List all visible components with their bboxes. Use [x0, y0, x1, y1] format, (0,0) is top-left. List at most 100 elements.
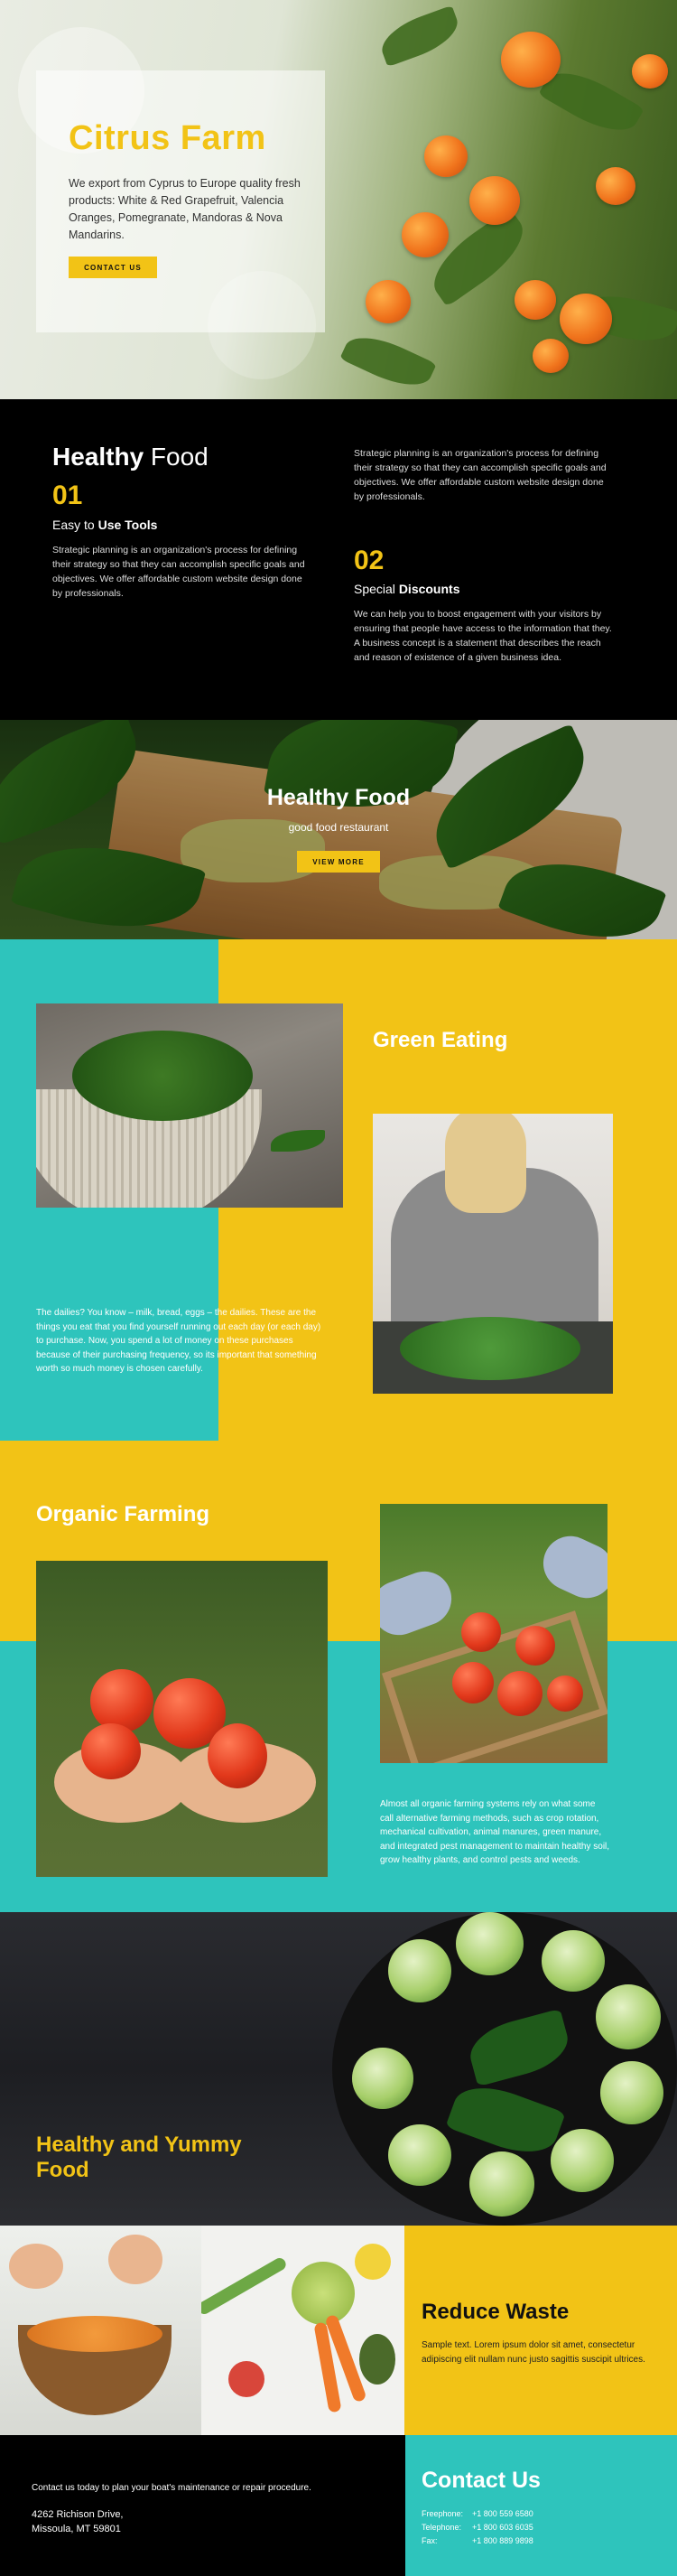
feature-label: Special Discounts — [354, 582, 460, 596]
reduce-waste-section: Reduce Waste Sample text. Lorem ipsum do… — [0, 2226, 677, 2435]
contact-title: Contact Us — [422, 2468, 541, 2493]
apple — [228, 2361, 264, 2397]
contact-label: Fax: — [422, 2536, 438, 2545]
salad — [27, 2316, 162, 2352]
label-bold: Use Tools — [97, 518, 158, 532]
title-rest: Food — [144, 443, 209, 471]
label-plain: Easy to — [52, 518, 98, 532]
tomato — [497, 1671, 543, 1716]
orange-fruit — [596, 167, 635, 205]
orange-fruit — [424, 135, 468, 177]
lemon — [355, 2244, 391, 2280]
bok-choy — [388, 2124, 451, 2186]
chopping-greens-image — [373, 1114, 613, 1394]
tomato — [515, 1626, 555, 1666]
phone-link[interactable]: +1 800 603 6035 — [472, 2523, 533, 2532]
contact-row: Freephone: +1 800 559 6580 — [422, 2509, 533, 2518]
tomato — [90, 1669, 153, 1732]
label-bold: Discounts — [398, 582, 460, 596]
greens — [400, 1317, 580, 1380]
orange-fruit — [366, 280, 411, 323]
hero-description: We export from Cyprus to Europe quality … — [69, 177, 301, 241]
healthy-food-banner: Healthy Food good food restaurant VIEW M… — [0, 720, 677, 939]
contact-section: Contact us today to plan your boat's mai… — [0, 2435, 677, 2576]
tomatoes-in-hands-image — [36, 1561, 328, 1877]
tomato — [208, 1723, 267, 1788]
bok-choy — [352, 2048, 413, 2109]
section-text: The dailies? You know – milk, bread, egg… — [36, 1308, 321, 1374]
bok-choy — [600, 2061, 663, 2124]
hero-section: Citrus Farm We export from Cyprus to Eur… — [0, 0, 677, 399]
spinach-bowl-image — [36, 1003, 343, 1208]
tomato — [81, 1723, 141, 1779]
hero-leaf — [339, 325, 437, 397]
feature-number: 01 — [52, 481, 83, 510]
spinach-leaf — [271, 1130, 325, 1152]
phone-link[interactable]: +1 800 559 6580 — [472, 2509, 533, 2518]
bok-choy — [596, 1984, 661, 2049]
intro-text: Strategic planning is an organization's … — [354, 448, 607, 502]
hand — [108, 2235, 162, 2284]
section-title: Healthy and Yummy Food — [36, 2133, 242, 2182]
address-line: 4262 Richison Drive, — [32, 2509, 124, 2520]
organic-farming-section: Organic Farming Almost all organic farmi… — [0, 1441, 677, 1912]
feature-text: Strategic planning is an organization's … — [52, 545, 305, 599]
tomato — [547, 1675, 583, 1712]
orange-fruit — [469, 176, 520, 225]
hand — [9, 2244, 63, 2289]
hair — [445, 1114, 526, 1213]
feature-number: 02 — [354, 546, 385, 575]
banner-tagline: good food restaurant — [288, 821, 389, 834]
section-text: Almost all organic farming systems rely … — [380, 1799, 610, 1865]
banner-title: Healthy Food — [266, 785, 411, 810]
romanesco — [292, 2262, 355, 2325]
tomato — [452, 1662, 494, 1703]
orange-fruit — [402, 212, 449, 257]
green-eating-section: Green Eating The dailies? You know – mil… — [0, 939, 677, 1441]
orange-fruit — [560, 294, 612, 344]
bok-choy — [388, 1939, 451, 2002]
scallion — [201, 2255, 289, 2317]
spinach-pile — [72, 1031, 253, 1121]
bok-choy — [469, 2151, 534, 2217]
teal-panel — [405, 2435, 677, 2576]
orange-fruit — [501, 32, 561, 88]
fax-number: +1 800 889 9898 — [472, 2536, 533, 2545]
address-line: Missoula, MT 59801 — [32, 2524, 121, 2534]
bok-choy — [456, 1912, 524, 1975]
bok-choy — [551, 2129, 614, 2192]
salad-bowl-image — [0, 2226, 201, 2435]
hero-leaf — [375, 5, 465, 68]
vegetables-image — [201, 2226, 404, 2435]
feature-label: Easy to Use Tools — [52, 518, 157, 532]
glove — [534, 1526, 607, 1608]
orange-fruit — [533, 339, 569, 373]
orange-fruit — [515, 280, 556, 320]
hero-title: Citrus Farm — [69, 119, 266, 157]
glove — [380, 1563, 459, 1643]
tomato — [461, 1612, 501, 1652]
healthy-food-section: Healthy Food 01 Easy to Use Tools Strate… — [0, 399, 677, 720]
orange-fruit — [632, 54, 668, 89]
section-title: Green Eating — [373, 1028, 508, 1052]
label-plain: Special — [354, 582, 399, 596]
contact-row: Fax: +1 800 889 9898 — [422, 2536, 533, 2545]
address: 4262 Richison Drive, Missoula, MT 59801 — [32, 2507, 124, 2536]
section-title: Organic Farming — [36, 1502, 210, 1526]
title-bold: Healthy — [52, 443, 144, 471]
section-title: Reduce Waste — [422, 2300, 570, 2324]
contact-row: Telephone: +1 800 603 6035 — [422, 2523, 533, 2532]
healthy-yummy-section: Healthy and Yummy Food — [0, 1912, 677, 2226]
contact-plan-text: Contact us today to plan your boat's mai… — [32, 2483, 311, 2493]
tomato-crate-image — [380, 1504, 607, 1763]
contact-label: Freephone: — [422, 2509, 464, 2518]
section-title: Healthy Food — [52, 443, 209, 471]
view-more-button[interactable]: VIEW MORE — [297, 851, 380, 873]
section-text: Sample text. Lorem ipsum dolor sit amet,… — [422, 2340, 645, 2365]
contact-label: Telephone: — [422, 2523, 462, 2532]
page: Citrus Farm We export from Cyprus to Eur… — [0, 0, 677, 2576]
feature-text: We can help you to boost engagement with… — [354, 609, 612, 663]
bok-choy — [542, 1930, 605, 1992]
contact-us-button[interactable]: CONTACT US — [69, 257, 157, 278]
avocado — [359, 2334, 395, 2385]
